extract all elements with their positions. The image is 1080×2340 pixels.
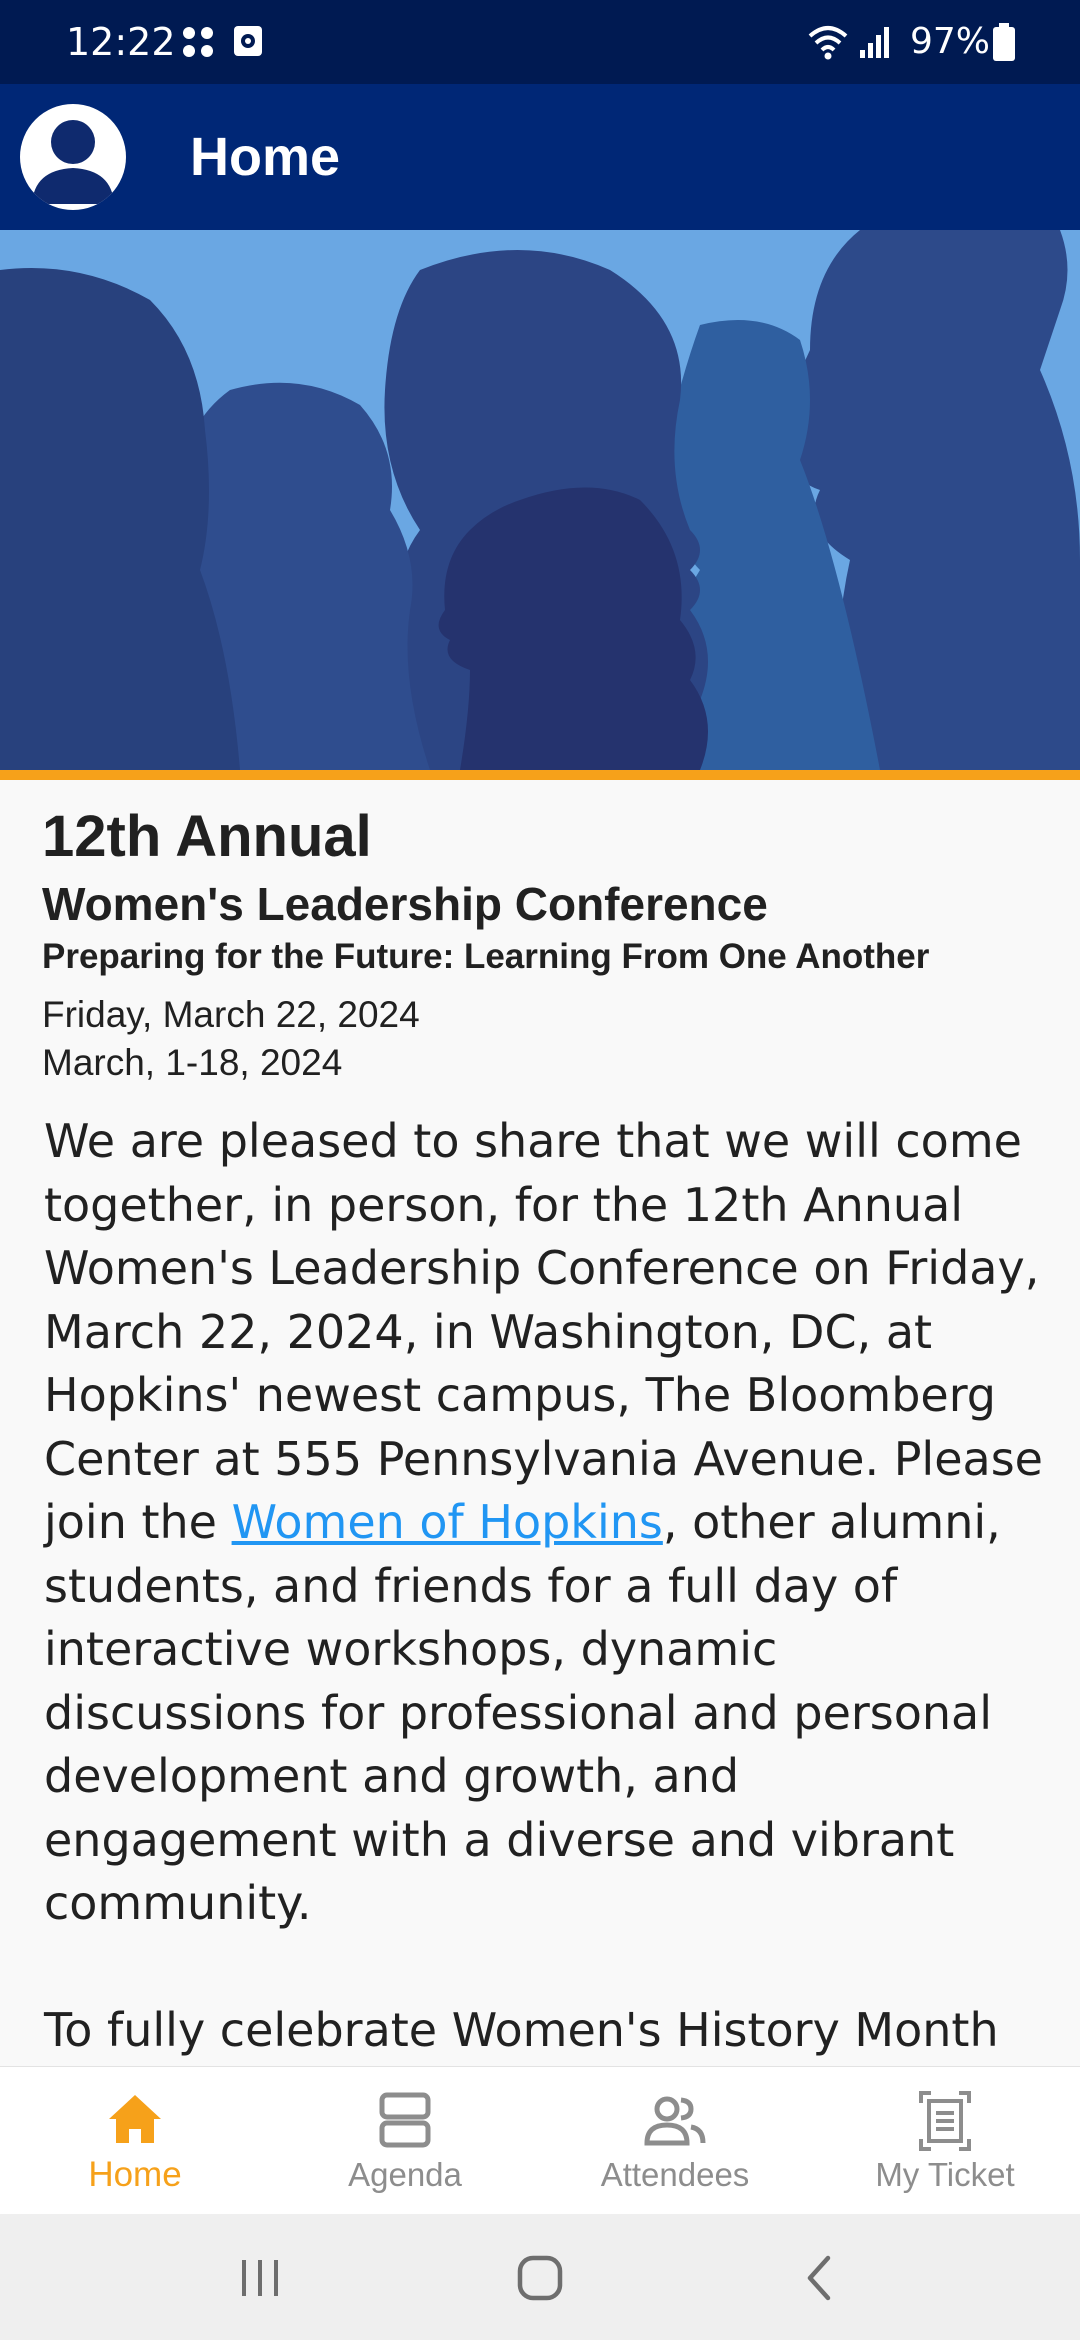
battery-icon [993,23,1015,61]
wifi-icon [808,26,848,60]
description-paragraph: We are pleased to share that we will com… [44,1110,1044,1936]
screenshot-icon [234,26,262,56]
home-icon [109,2095,161,2143]
status-bar: 12:22 97% [0,0,1080,84]
event-content[interactable]: 12th Annual Women's Leadership Conferenc… [0,780,1080,2066]
nav-item-my-ticket[interactable]: My Ticket [810,2067,1080,2215]
event-date: Friday, March 22, 2024 [42,994,420,1035]
description-paragraph: To fully celebrate Women's History Month… [44,2002,999,2057]
nav-item-agenda[interactable]: Agenda [270,2067,540,2215]
nav-item-home[interactable]: Home [0,2067,270,2215]
attendees-icon [644,2096,706,2146]
ticket-icon [919,2091,971,2151]
page-title: Home [190,127,341,187]
event-theme: Preparing for the Future: Learning From … [42,937,930,976]
event-description: We are pleased to share that we will com… [44,1110,1044,2066]
battery-percentage: 97% [910,21,991,62]
app-bar: Home [0,84,1080,230]
hero-banner [0,230,1080,770]
nav-label-home: Home [88,2155,182,2194]
women-of-hopkins-link[interactable]: Women of Hopkins [232,1495,663,1549]
event-edition: 12th Annual [42,804,372,869]
event-date-range: March, 1-18, 2024 [42,1042,343,1083]
app-notification-icon [183,27,213,57]
nav-label-agenda: Agenda [348,2156,462,2193]
agenda-icon [379,2092,431,2148]
description-text: We are pleased to share that we will com… [44,1114,1043,1549]
event-name: Women's Leadership Conference [42,878,768,930]
nav-label-attendees: Attendees [600,2156,750,2193]
nav-label-my-ticket: My Ticket [875,2156,1015,2193]
description-text: , other alumni, students, and friends fo… [44,1495,1001,1930]
nav-item-attendees[interactable]: Attendees [540,2067,810,2215]
hero-accent-divider [0,770,1080,780]
back-icon[interactable] [780,2252,860,2304]
system-navigation-bar [0,2214,1080,2340]
signal-icon [860,27,889,58]
recents-icon[interactable] [220,2252,300,2304]
user-avatar-icon[interactable] [20,104,126,210]
status-time: 12:22 [66,20,176,64]
bottom-navigation: Home Agenda Attendees My Ticket [0,2066,1080,2214]
home-circle-icon[interactable] [500,2252,580,2304]
silhouettes-illustration [0,230,1080,770]
